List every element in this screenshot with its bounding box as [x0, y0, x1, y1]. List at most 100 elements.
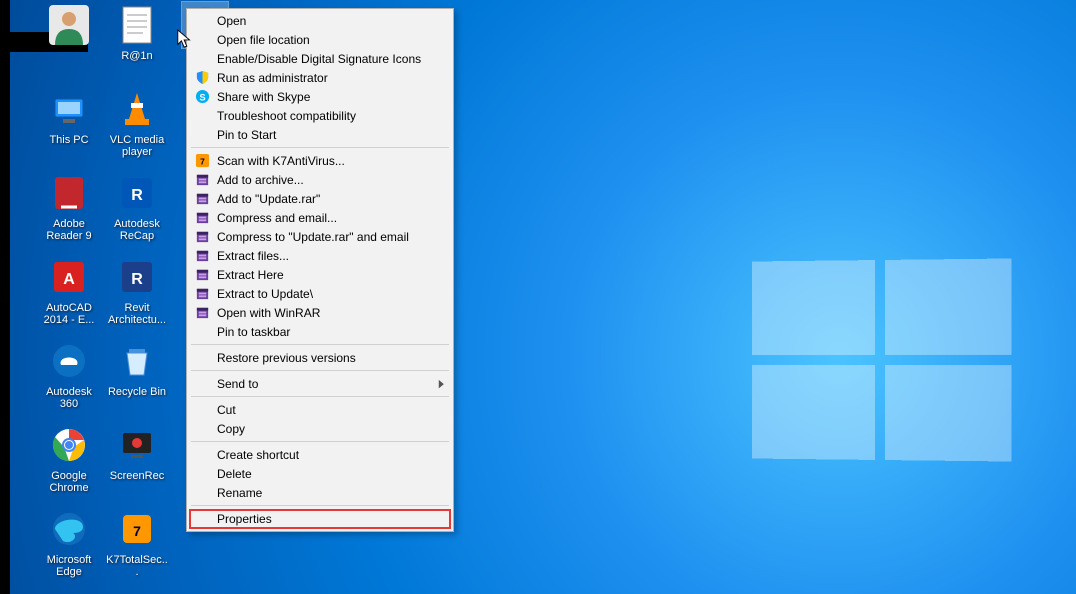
- menu-item-scan-with-k7antivirus[interactable]: 7 Scan with K7AntiVirus...: [189, 151, 451, 170]
- menu-item-open-file-location[interactable]: Open file location: [189, 30, 451, 49]
- menu-item-add-to-archive[interactable]: Add to archive...: [189, 170, 451, 189]
- menu-item-restore-previous-versions[interactable]: Restore previous versions: [189, 348, 451, 367]
- desktop-icon-label: Microsoft Edge: [38, 554, 100, 578]
- menu-item-label: Restore previous versions: [217, 351, 356, 365]
- desktop-icon-autocad[interactable]: AAutoCAD 2014 - E...: [38, 254, 100, 332]
- desktop-icon-user[interactable]: [38, 2, 100, 80]
- desktop-icon-label: Autodesk 360: [38, 386, 100, 410]
- menu-item-open[interactable]: Open: [189, 11, 451, 30]
- menu-item-compress-to-update-rar-and-email[interactable]: Compress to "Update.rar" and email: [189, 227, 451, 246]
- menu-item-extract-files[interactable]: Extract files...: [189, 246, 451, 265]
- menu-item-label: Troubleshoot compatibility: [217, 109, 356, 123]
- menu-item-label: Create shortcut: [217, 448, 299, 462]
- desktop[interactable]: R@1n This PCVLC media player Adobe Reader …: [10, 0, 1076, 594]
- menu-item-properties[interactable]: Properties: [189, 509, 451, 529]
- shield-icon: [194, 69, 210, 85]
- menu-item-label: Pin to taskbar: [217, 325, 290, 339]
- skype-icon: S: [194, 88, 210, 104]
- svg-text:R: R: [131, 271, 143, 288]
- desktop-icon-label: Adobe Reader 9: [38, 218, 100, 242]
- desktop-icon-label: VLC media player: [106, 134, 168, 158]
- desktop-icon-label: Google Chrome: [38, 470, 100, 494]
- menu-item-label: Open file location: [217, 33, 310, 47]
- menu-item-create-shortcut[interactable]: Create shortcut: [189, 445, 451, 464]
- desktop-icon-screenrec[interactable]: ScreenRec: [106, 422, 168, 500]
- menu-item-pin-to-start[interactable]: Pin to Start: [189, 125, 451, 144]
- menu-item-enable-disable-digital-signature-icons[interactable]: Enable/Disable Digital Signature Icons: [189, 49, 451, 68]
- menu-separator: [191, 396, 449, 397]
- desktop-icon-textfile[interactable]: R@1n: [106, 2, 168, 80]
- menu-item-label: Copy: [217, 422, 245, 436]
- desktop-icon-thispc[interactable]: This PC: [38, 86, 100, 164]
- desktop-icon-vlc[interactable]: VLC media player: [106, 86, 168, 164]
- desktop-icon-edge[interactable]: Microsoft Edge: [38, 506, 100, 584]
- menu-item-label: Scan with K7AntiVirus...: [217, 154, 345, 168]
- desktop-icon-label: K7TotalSec...: [106, 554, 168, 578]
- menu-item-label: Extract Here: [217, 268, 284, 282]
- menu-item-cut[interactable]: Cut: [189, 400, 451, 419]
- context-menu[interactable]: Open Open file location Enable/Disable Dig…: [186, 8, 454, 532]
- textfile-icon: [114, 2, 160, 48]
- menu-item-open-with-winrar[interactable]: Open with WinRAR: [189, 303, 451, 322]
- menu-item-label: Cut: [217, 403, 236, 417]
- menu-item-label: Compress to "Update.rar" and email: [217, 230, 409, 244]
- menu-separator: [191, 441, 449, 442]
- menu-item-label: Extract files...: [217, 249, 289, 263]
- rar-icon: [194, 247, 210, 263]
- rar-icon: [194, 209, 210, 225]
- k7total-icon: 7: [114, 506, 160, 552]
- menu-item-rename[interactable]: Rename: [189, 483, 451, 502]
- menu-separator: [191, 147, 449, 148]
- desktop-icon-a360[interactable]: Autodesk 360: [38, 338, 100, 416]
- desktop-icon-label: AutoCAD 2014 - E...: [38, 302, 100, 326]
- k7-icon: 7: [194, 152, 210, 168]
- rar-icon: [194, 190, 210, 206]
- edge-icon: [46, 506, 92, 552]
- desktop-icon-revit[interactable]: R Revit Architectu...: [106, 254, 168, 332]
- menu-item-run-as-administrator[interactable]: Run as administrator: [189, 68, 451, 87]
- desktop-icon-label: Revit Architectu...: [106, 302, 168, 326]
- desktop-icon-chrome[interactable]: Google Chrome: [38, 422, 100, 500]
- black-strip: [0, 0, 10, 594]
- menu-separator: [191, 344, 449, 345]
- menu-item-pin-to-taskbar[interactable]: Pin to taskbar: [189, 322, 451, 341]
- menu-separator: [191, 370, 449, 371]
- menu-item-label: Enable/Disable Digital Signature Icons: [217, 52, 421, 66]
- menu-item-add-to-update-rar[interactable]: Add to "Update.rar": [189, 189, 451, 208]
- desktop-icon-recycle[interactable]: Recycle Bin: [106, 338, 168, 416]
- svg-text:R: R: [131, 187, 143, 204]
- menu-item-label: Add to archive...: [217, 173, 304, 187]
- menu-item-copy[interactable]: Copy: [189, 419, 451, 438]
- svg-text:7: 7: [200, 156, 205, 166]
- menu-item-delete[interactable]: Delete: [189, 464, 451, 483]
- desktop-icon-pdf[interactable]: Adobe Reader 9: [38, 170, 100, 248]
- menu-item-label: Extract to Update\: [217, 287, 313, 301]
- desktop-icon-label: Autodesk ReCap: [106, 218, 168, 242]
- menu-item-label: Send to: [217, 377, 258, 391]
- desktop-icon-recap[interactable]: R Autodesk ReCap: [106, 170, 168, 248]
- desktop-icon-k7total[interactable]: 7K7TotalSec...: [106, 506, 168, 584]
- recap-icon: R: [114, 170, 160, 216]
- a360-icon: [46, 338, 92, 384]
- menu-item-extract-to-update[interactable]: Extract to Update\: [189, 284, 451, 303]
- desktop-icon-label: Recycle Bin: [108, 386, 166, 398]
- menu-item-share-with-skype[interactable]: SShare with Skype: [189, 87, 451, 106]
- menu-item-label: Add to "Update.rar": [217, 192, 320, 206]
- menu-item-label: Properties: [217, 512, 272, 526]
- menu-item-send-to[interactable]: Send to▶: [189, 374, 451, 393]
- rar-icon: [194, 285, 210, 301]
- menu-item-label: Open with WinRAR: [217, 306, 320, 320]
- menu-item-label: Open: [217, 14, 246, 28]
- screenrec-icon: [114, 422, 160, 468]
- desktop-icon-label: ScreenRec: [110, 470, 164, 482]
- windows-logo-wallpaper: [752, 258, 1011, 461]
- menu-item-extract-here[interactable]: Extract Here: [189, 265, 451, 284]
- rar-icon: [194, 266, 210, 282]
- desktop-icon-label: R@1n: [121, 50, 152, 62]
- menu-item-compress-and-email[interactable]: Compress and email...: [189, 208, 451, 227]
- rar-icon: [194, 304, 210, 320]
- menu-item-troubleshoot-compatibility[interactable]: Troubleshoot compatibility: [189, 106, 451, 125]
- menu-item-label: Delete: [217, 467, 252, 481]
- recycle-icon: [114, 338, 160, 384]
- menu-item-label: Run as administrator: [217, 71, 328, 85]
